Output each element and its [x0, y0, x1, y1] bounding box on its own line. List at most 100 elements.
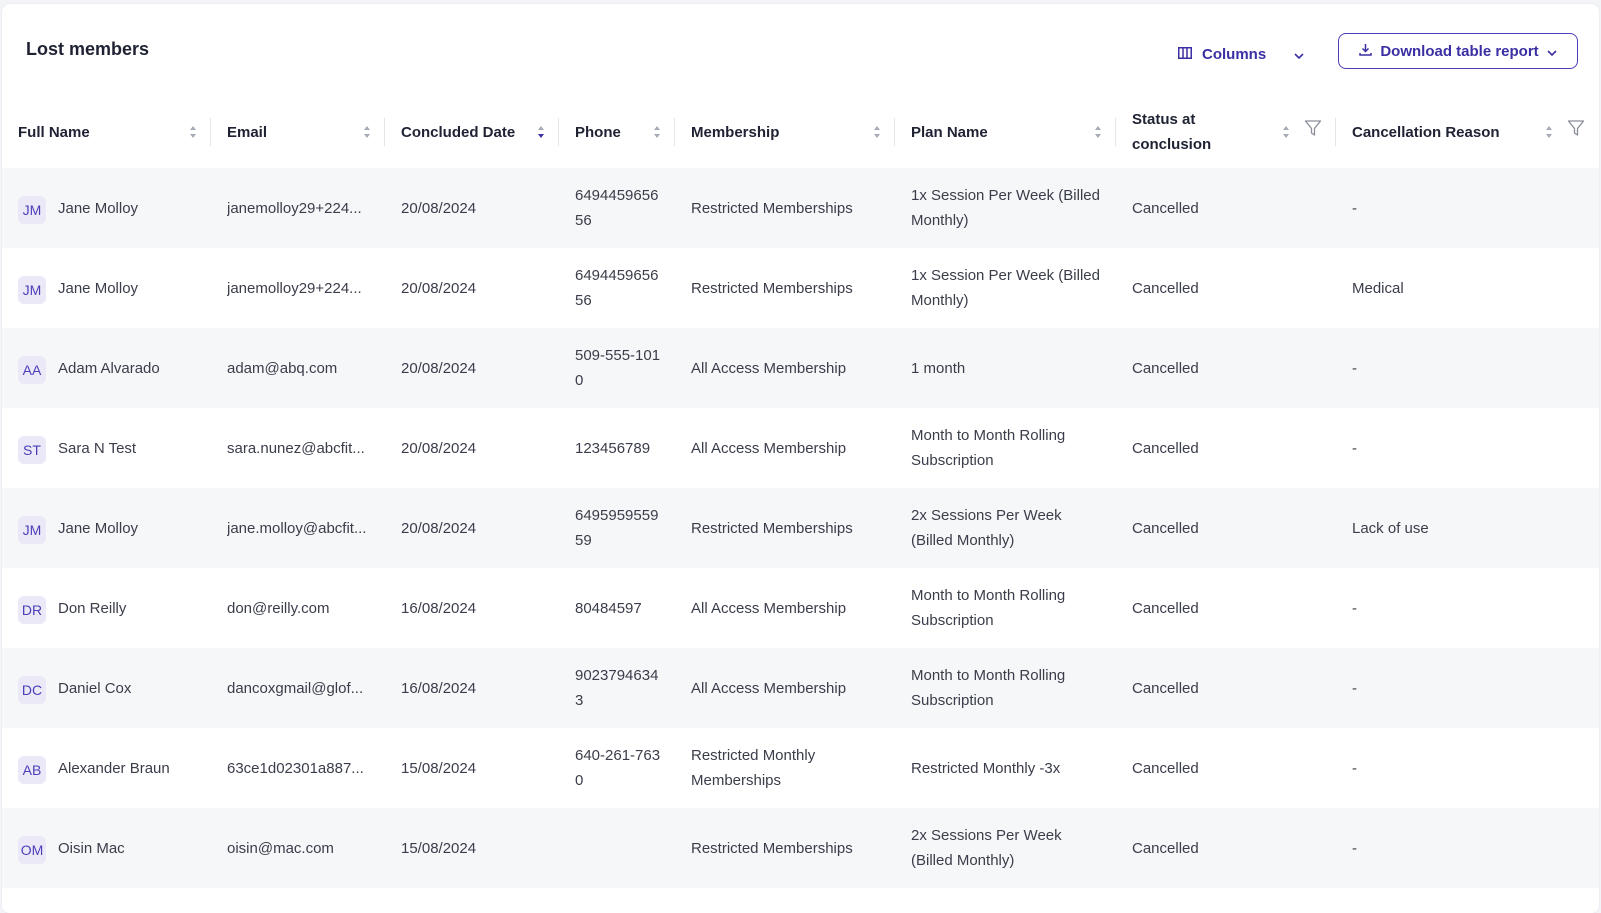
cell-membership-value: Restricted Memberships	[691, 279, 853, 297]
cell-email-value: janemolloy29+224...	[227, 279, 362, 297]
cell-email: sara.nunez@abcfit...	[211, 408, 385, 488]
sort-icon[interactable]	[1282, 125, 1290, 139]
cell-date-value: 16/08/2024	[401, 679, 477, 697]
cell-membership: Restricted Monthly Memberships	[675, 728, 895, 808]
table-row[interactable]: JM Jane Molloy jane.molloy@abcfit... 20/08/…	[2, 488, 1599, 568]
sort-icon[interactable]	[1094, 125, 1102, 139]
column-header-status-at-conclusion[interactable]: Status at conclusion	[1116, 96, 1336, 168]
cell-reason: -	[1336, 568, 1599, 648]
member-name-cell: ST Sara N Test	[18, 432, 199, 464]
cell-date: 15/08/2024	[385, 728, 559, 808]
cell-status: Cancelled	[1116, 168, 1336, 248]
download-icon	[1359, 43, 1373, 60]
cell-status-value: Cancelled	[1132, 839, 1199, 857]
table-row[interactable]: JM Jane Molloy janemolloy29+224... 20/08/20…	[2, 248, 1599, 328]
table-row[interactable]: AA Adam Alvarado adam@abq.com 20/08/2024 509…	[2, 328, 1599, 408]
cell-phone-value: 649595955959	[575, 507, 659, 549]
table-row[interactable]: AB Alexander Braun 63ce1d02301a887... 15/08…	[2, 728, 1599, 808]
cell-email: don@reilly.com	[211, 568, 385, 648]
column-header-phone[interactable]: Phone	[559, 96, 675, 168]
cell-membership-value: All Access Membership	[691, 359, 847, 377]
sort-icon[interactable]	[363, 125, 371, 139]
column-header-cancellation-reason[interactable]: Cancellation Reason	[1336, 96, 1599, 168]
cell-membership: Restricted Memberships	[675, 488, 895, 568]
cell-date-value: 20/08/2024	[401, 359, 477, 377]
filter-icon[interactable]	[1304, 119, 1322, 145]
cell-reason-value: -	[1352, 439, 1357, 457]
column-header-label: Membership	[691, 123, 780, 141]
avatar: JM	[18, 196, 46, 224]
sort-icon[interactable]	[537, 125, 545, 139]
cell-membership: Restricted Memberships	[675, 808, 895, 888]
chevron-down-icon	[1547, 43, 1557, 60]
table-row[interactable]: OM Oisin Mac oisin@mac.com 15/08/2024 Restri…	[2, 808, 1599, 888]
member-name-cell: JM Jane Molloy	[18, 272, 199, 304]
table-row[interactable]: DC Daniel Cox dancoxgmail@glof... 16/08/202…	[2, 648, 1599, 728]
cell-date: 20/08/2024	[385, 248, 559, 328]
cell-reason-value: -	[1352, 599, 1357, 617]
sort-icon[interactable]	[873, 125, 881, 139]
member-name[interactable]: Jane Molloy	[58, 516, 138, 541]
member-name[interactable]: Adam Alvarado	[58, 356, 160, 381]
table-row[interactable]: DR Don Reilly don@reilly.com 16/08/2024 8048…	[2, 568, 1599, 648]
sort-icon[interactable]	[653, 125, 661, 139]
cell-full-name: DC Daniel Cox	[2, 648, 211, 728]
column-header-concluded-date[interactable]: Concluded Date	[385, 96, 559, 168]
cell-plan-value: Month to Month Rolling Subscription	[911, 427, 1066, 469]
cell-plan: 1x Session Per Week (Billed Monthly)	[895, 248, 1116, 328]
cell-status: Cancelled	[1116, 728, 1336, 808]
cell-membership: All Access Membership	[675, 328, 895, 408]
avatar: JM	[18, 276, 46, 304]
avatar: OM	[18, 836, 46, 864]
sort-icon[interactable]	[1545, 125, 1553, 139]
cell-email: jane.molloy@abcfit...	[211, 488, 385, 568]
cell-reason-value: -	[1352, 839, 1357, 857]
cell-full-name: ST Sara N Test	[2, 408, 211, 488]
member-name-cell: AA Adam Alvarado	[18, 352, 199, 384]
member-name[interactable]: Jane Molloy	[58, 276, 138, 301]
cell-plan-value: 1 month	[911, 359, 966, 377]
avatar: ST	[18, 436, 46, 464]
cell-plan-value: Month to Month Rolling Subscription	[911, 667, 1066, 709]
member-name[interactable]: Sara N Test	[58, 436, 136, 461]
cell-membership: All Access Membership	[675, 648, 895, 728]
avatar: AB	[18, 756, 46, 784]
avatar: DC	[18, 676, 46, 704]
cell-membership-value: Restricted Memberships	[691, 199, 853, 217]
card-header: Lost members Columns Download table repo…	[2, 4, 1599, 96]
download-table-report-button[interactable]: Download table report	[1338, 33, 1578, 69]
cell-reason-value: Lack of use	[1352, 519, 1429, 537]
lost-members-table: Full Name Email Concluded Date Phone Members…	[2, 96, 1599, 888]
cell-email-value: oisin@mac.com	[227, 839, 334, 857]
cell-status-value: Cancelled	[1132, 359, 1199, 377]
member-name[interactable]: Don Reilly	[58, 596, 126, 621]
cell-email-value: janemolloy29+224...	[227, 199, 362, 217]
column-header-controls	[357, 125, 371, 139]
cell-date-value: 20/08/2024	[401, 439, 477, 457]
cell-status: Cancelled	[1116, 248, 1336, 328]
cell-email: adam@abq.com	[211, 328, 385, 408]
cell-membership-value: Restricted Memberships	[691, 839, 853, 857]
member-name[interactable]: Alexander Braun	[58, 756, 170, 781]
download-label: Download table report	[1380, 42, 1539, 60]
sort-icon[interactable]	[189, 125, 197, 139]
table-row[interactable]: ST Sara N Test sara.nunez@abcfit... 20/08/2…	[2, 408, 1599, 488]
member-name[interactable]: Jane Molloy	[58, 196, 138, 221]
table-row[interactable]: JM Jane Molloy janemolloy29+224... 20/08/20…	[2, 168, 1599, 248]
cell-phone-value: 90237946343	[575, 667, 659, 709]
columns-button[interactable]: Columns	[1178, 40, 1304, 68]
column-header-plan-name[interactable]: Plan Name	[895, 96, 1116, 168]
cell-date-value: 16/08/2024	[401, 599, 477, 617]
column-header-full-name[interactable]: Full Name	[2, 96, 211, 168]
chevron-down-icon	[1294, 46, 1304, 63]
member-name[interactable]: Oisin Mac	[58, 836, 125, 861]
column-header-membership[interactable]: Membership	[675, 96, 895, 168]
column-header-label: Email	[227, 123, 268, 141]
filter-icon[interactable]	[1567, 119, 1585, 145]
member-name[interactable]: Daniel Cox	[58, 676, 131, 701]
cell-membership: Restricted Memberships	[675, 248, 895, 328]
lost-members-card: Lost members Columns Download table repo…	[2, 4, 1599, 913]
column-header-email[interactable]: Email	[211, 96, 385, 168]
cell-full-name: JM Jane Molloy	[2, 488, 211, 568]
cell-membership: Restricted Memberships	[675, 168, 895, 248]
